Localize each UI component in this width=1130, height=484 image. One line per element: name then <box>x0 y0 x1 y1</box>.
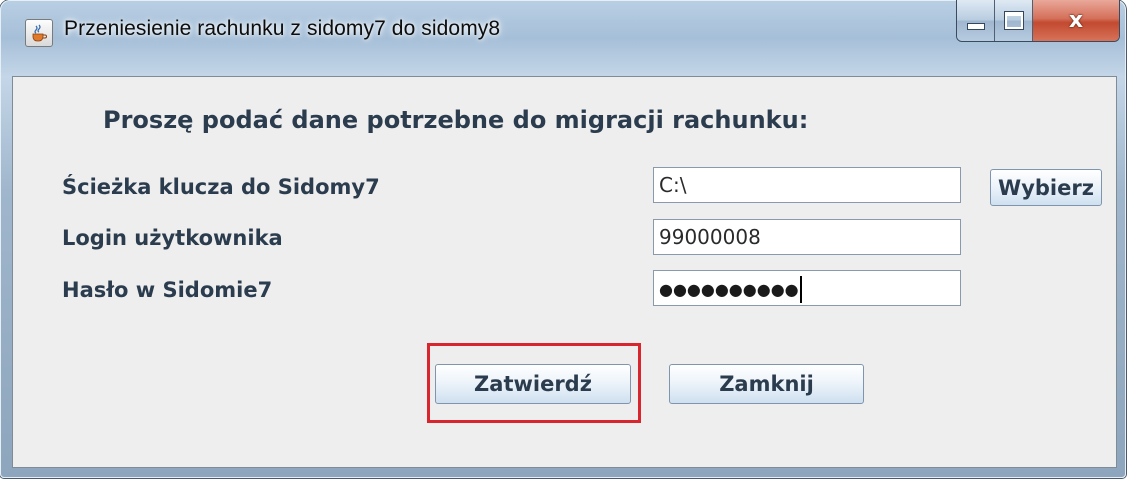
form-header: Proszę podać dane potrzebne do migracji … <box>103 106 809 134</box>
browse-button[interactable]: Wybierz <box>990 169 1102 206</box>
login-label: Login użytkownika <box>62 226 283 250</box>
minimize-button[interactable] <box>957 0 995 41</box>
dialog-content: Proszę podać dane potrzebne do migracji … <box>12 76 1117 468</box>
minimize-icon <box>966 23 985 30</box>
close-window-button[interactable]: x <box>1033 0 1119 41</box>
close-icon: x <box>1068 8 1084 33</box>
key-path-input[interactable]: C:\ <box>653 167 961 203</box>
java-cup-icon[interactable] <box>25 19 53 47</box>
login-input[interactable]: 99000008 <box>653 219 961 255</box>
title-bar[interactable]: Przeniesienie rachunku z sidomy7 do sido… <box>0 0 1126 76</box>
password-label: Hasło w Sidomie7 <box>62 278 273 302</box>
password-mask: ●●●●●●●●●● <box>659 280 799 299</box>
window-controls: x <box>956 0 1120 42</box>
key-path-label: Ścieżka klucza do Sidomy7 <box>62 175 380 199</box>
password-input[interactable]: ●●●●●●●●●● <box>653 270 961 306</box>
confirm-button[interactable]: Zatwierdź <box>435 364 631 404</box>
close-button[interactable]: Zamknij <box>669 364 864 404</box>
maximize-button[interactable] <box>995 0 1033 41</box>
maximize-icon <box>1003 11 1024 30</box>
dialog-window: Przeniesienie rachunku z sidomy7 do sido… <box>0 0 1126 478</box>
text-caret <box>799 276 802 303</box>
window-title: Przeniesienie rachunku z sidomy7 do sido… <box>64 17 501 40</box>
